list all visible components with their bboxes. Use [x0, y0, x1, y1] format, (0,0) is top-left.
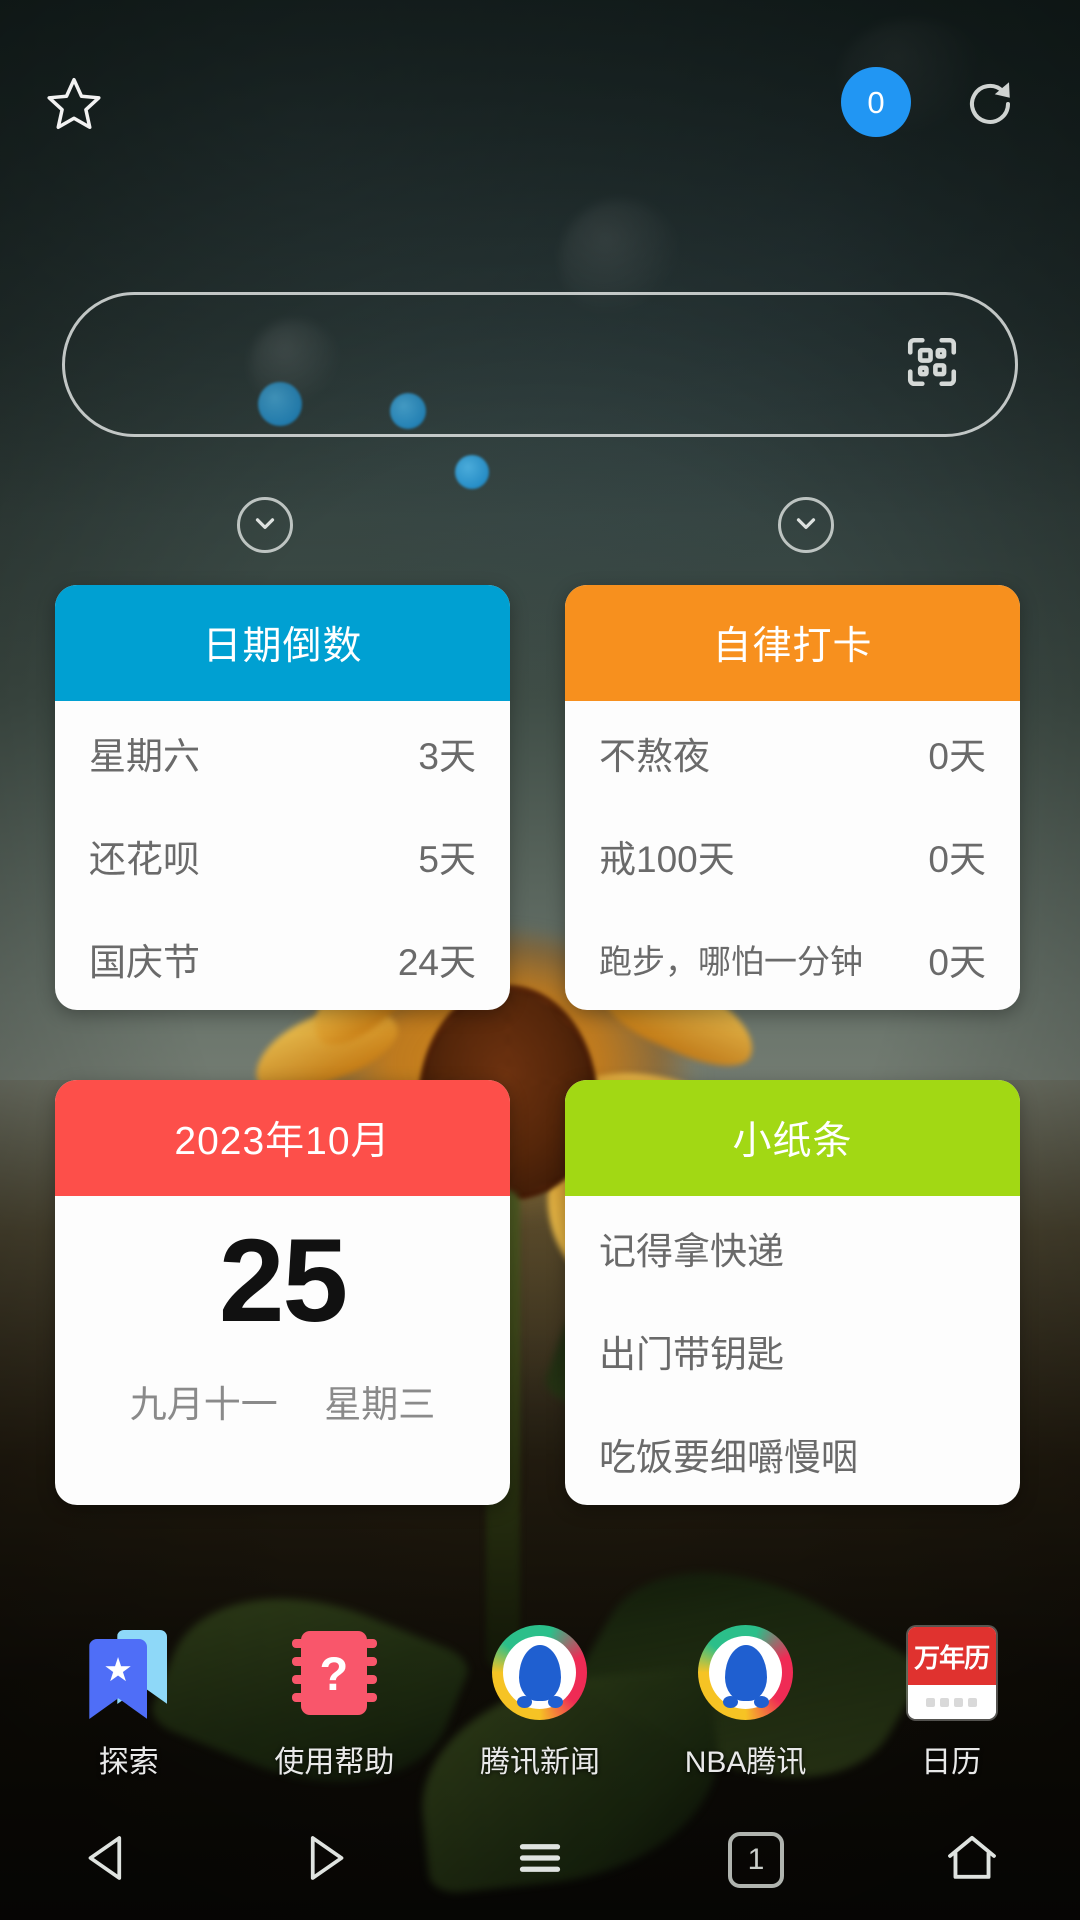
widget-header-calendar: 2023年10月: [55, 1080, 510, 1196]
widget-header-notes: 小纸条: [565, 1080, 1020, 1196]
countdown-label: 还花呗: [89, 838, 200, 880]
tab-count-box: 1: [728, 1832, 784, 1888]
checkin-label: 跑步，哪怕一分钟: [599, 942, 863, 980]
countdown-list: 星期六 3天 还花呗 5天 国庆节 24天: [55, 701, 510, 1010]
checkin-value: 0天: [928, 735, 986, 777]
calendar-icon: 万年历: [904, 1625, 999, 1720]
countdown-value: 5天: [418, 838, 476, 880]
note-text: 出门带钥匙: [599, 1333, 784, 1375]
notification-count-badge[interactable]: 0: [841, 67, 911, 137]
app-tencent-news[interactable]: 腾讯新闻: [437, 1625, 643, 1781]
expand-right-button[interactable]: [778, 497, 834, 553]
widget-self-discipline-checkin[interactable]: 自律打卡 不熬夜 0天 戒100天 0天 跑步，哪怕一分钟 0天: [565, 585, 1020, 1010]
widget-notes[interactable]: 小纸条 记得拿快递 出门带钥匙 吃饭要细嚼慢咽: [565, 1080, 1020, 1505]
checkin-list: 不熬夜 0天 戒100天 0天 跑步，哪怕一分钟 0天: [565, 701, 1020, 1010]
widget-title: 小纸条: [732, 1120, 853, 1163]
menu-lines-icon: [510, 1828, 570, 1893]
note-text: 记得拿快递: [599, 1230, 784, 1272]
top-bar: 0: [0, 62, 1080, 154]
checkin-label: 戒100天: [599, 838, 735, 880]
badge-count-label: 0: [867, 84, 885, 120]
back-triangle-icon: [78, 1828, 138, 1893]
chevron-down-icon: [791, 508, 821, 543]
calendar-subtitle: 九月十一 星期三: [55, 1374, 510, 1428]
app-label: 探索: [98, 1746, 159, 1779]
checkin-value: 0天: [928, 838, 986, 880]
help-notebook-icon: ?: [287, 1625, 382, 1720]
nav-home-button[interactable]: [864, 1800, 1080, 1920]
widget-date-countdown[interactable]: 日期倒数 星期六 3天 还花呗 5天 国庆节 24天: [55, 585, 510, 1010]
countdown-value: 3天: [418, 735, 476, 777]
star-outline-icon: [43, 73, 105, 140]
nav-menu-button[interactable]: [432, 1800, 648, 1920]
widget-header-countdown: 日期倒数: [55, 585, 510, 701]
qq-penguin-icon: [492, 1625, 588, 1720]
chevron-down-icon: [250, 508, 280, 543]
nav-tabs-button[interactable]: 1: [648, 1800, 864, 1920]
widget-calendar[interactable]: 2023年10月 25 九月十一 星期三: [55, 1080, 510, 1505]
app-label: NBA腾讯: [684, 1746, 807, 1779]
app-label: 日历: [921, 1746, 982, 1779]
expand-left-button[interactable]: [237, 497, 293, 553]
app-dock: ★ 探索 ? 使用帮助 腾讯新闻 NBA腾讯 万年历 日历: [0, 1625, 1080, 1781]
forward-triangle-icon: [294, 1828, 354, 1893]
refresh-icon: [960, 74, 1020, 139]
search-bar[interactable]: [62, 292, 1018, 437]
refresh-button[interactable]: [952, 68, 1028, 144]
widgets-row-1: 日期倒数 星期六 3天 还花呗 5天 国庆节 24天 自律打卡 不熬夜 0天 戒…: [0, 585, 1080, 1010]
list-item[interactable]: 吃饭要细嚼慢咽: [599, 1402, 986, 1505]
notes-list: 记得拿快递 出门带钥匙 吃饭要细嚼慢咽: [565, 1196, 1020, 1505]
app-calendar[interactable]: 万年历 日历: [848, 1625, 1054, 1781]
home-icon: [941, 1827, 1003, 1894]
calendar-icon-text: 万年历: [907, 1627, 996, 1685]
qq-penguin-icon: [698, 1625, 794, 1720]
calendar-month-title: 2023年10月: [174, 1120, 391, 1163]
widget-header-checkin: 自律打卡: [565, 585, 1020, 701]
checkin-value: 0天: [928, 941, 986, 983]
navigation-bar: 1: [0, 1800, 1080, 1920]
app-explore[interactable]: ★ 探索: [26, 1625, 232, 1781]
list-item[interactable]: 出门带钥匙: [599, 1299, 986, 1402]
table-row[interactable]: 不熬夜 0天: [599, 701, 986, 804]
table-row[interactable]: 星期六 3天: [89, 701, 476, 804]
table-row[interactable]: 还花呗 5天: [89, 804, 476, 907]
table-row[interactable]: 戒100天 0天: [599, 804, 986, 907]
countdown-label: 星期六: [89, 735, 200, 777]
explore-bookmark-icon: ★: [81, 1625, 176, 1720]
calendar-weekday: 星期三: [324, 1384, 436, 1425]
app-help[interactable]: ? 使用帮助: [232, 1625, 438, 1781]
tab-count-label: 1: [747, 1843, 765, 1876]
widget-title: 自律打卡: [712, 625, 873, 668]
countdown-label: 国庆节: [89, 941, 200, 983]
calendar-body: 25 九月十一 星期三: [55, 1196, 510, 1462]
checkin-label: 不熬夜: [599, 735, 710, 777]
app-nba-tencent[interactable]: NBA腾讯: [643, 1625, 849, 1781]
app-label: 腾讯新闻: [479, 1746, 600, 1779]
qr-scan-icon: [903, 333, 961, 396]
app-label: 使用帮助: [274, 1746, 395, 1779]
nav-forward-button[interactable]: [216, 1800, 432, 1920]
list-item[interactable]: 记得拿快递: [599, 1196, 986, 1299]
nav-back-button[interactable]: [0, 1800, 216, 1920]
countdown-value: 24天: [397, 941, 476, 983]
favorites-button[interactable]: [36, 68, 112, 144]
table-row[interactable]: 国庆节 24天: [89, 907, 476, 1010]
qr-scan-button[interactable]: [901, 334, 963, 396]
calendar-lunar-date: 九月十一: [129, 1384, 278, 1425]
widgets-area: 日期倒数 星期六 3天 还花呗 5天 国庆节 24天 自律打卡 不熬夜 0天 戒…: [0, 585, 1080, 1505]
widget-title: 日期倒数: [202, 625, 363, 668]
widgets-row-2: 2023年10月 25 九月十一 星期三 小纸条 记得拿快递 出门带钥匙 吃饭要…: [0, 1080, 1080, 1505]
table-row[interactable]: 跑步，哪怕一分钟 0天: [599, 907, 986, 1010]
calendar-day-number: 25: [218, 1215, 348, 1347]
note-text: 吃饭要细嚼慢咽: [599, 1436, 858, 1478]
